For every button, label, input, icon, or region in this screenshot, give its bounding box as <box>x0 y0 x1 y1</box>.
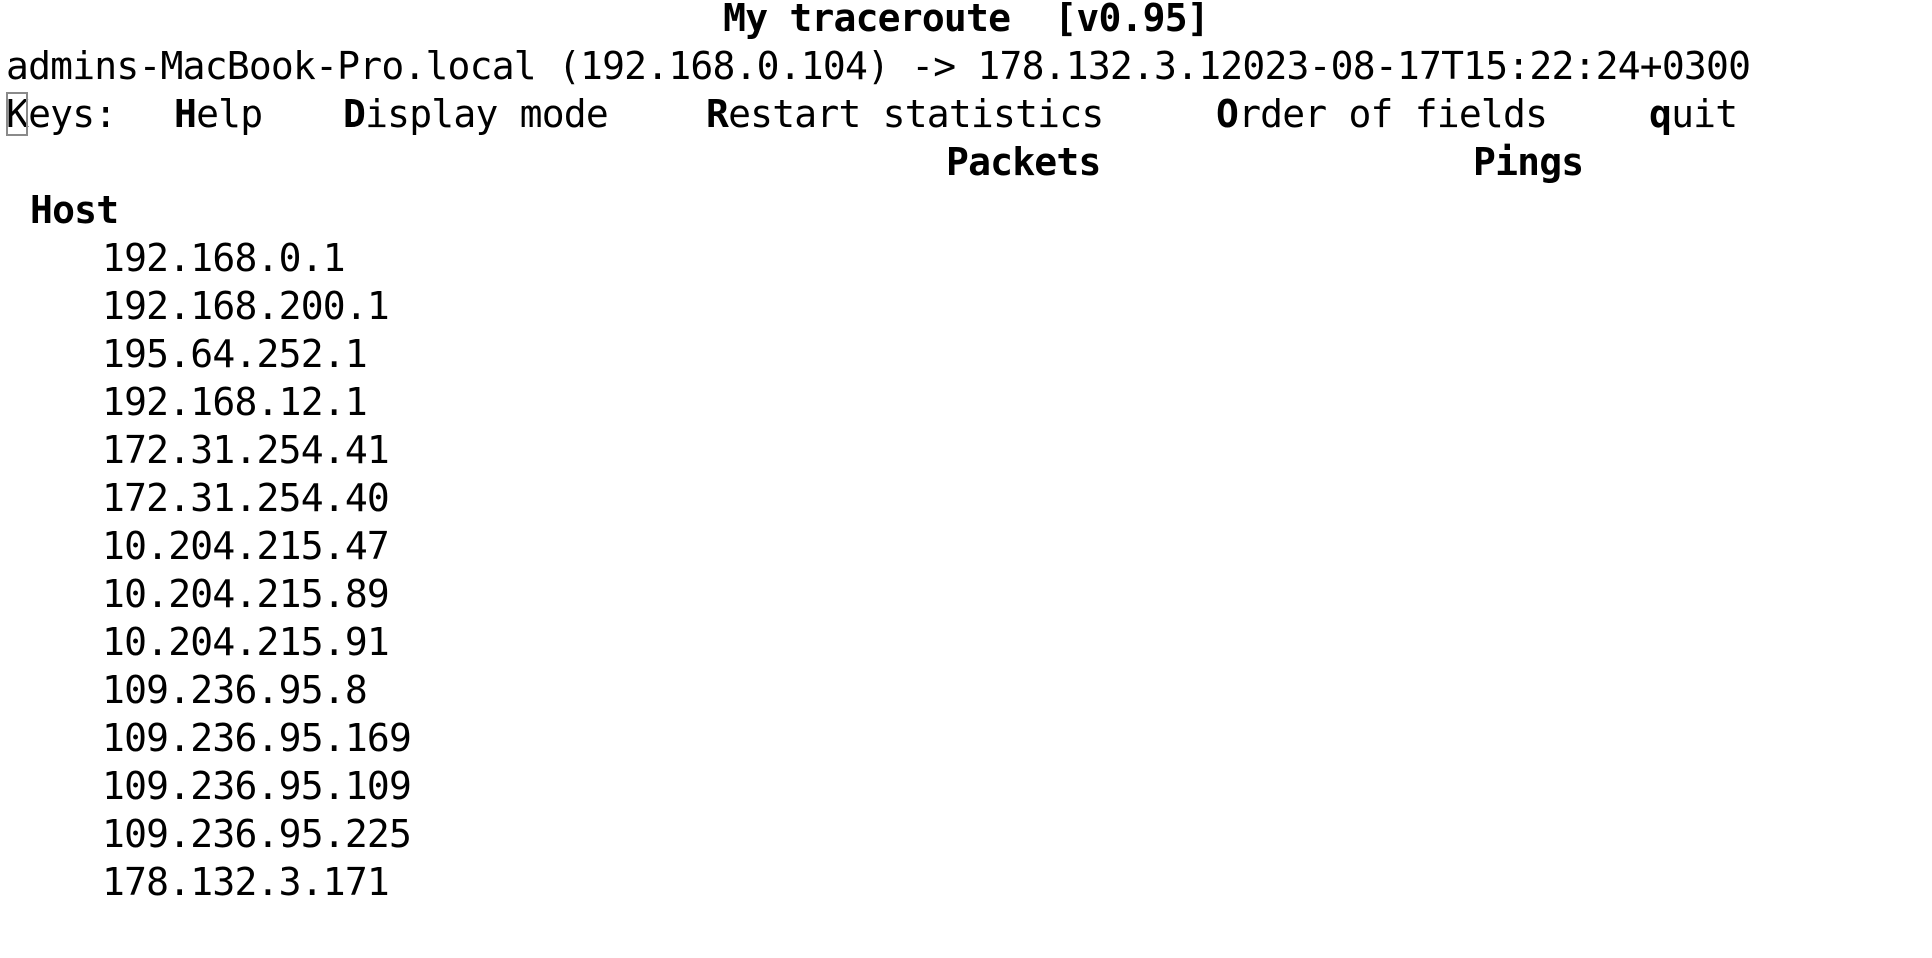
packets-group-header: Packets <box>946 140 1101 184</box>
hop-host: 178.132.3.171 <box>102 860 390 904</box>
hop-host: 109.236.95.225 <box>102 812 412 856</box>
keys-label: Keys: <box>6 92 117 136</box>
keys-bar: Keys: Help Display mode Restart statisti… <box>6 90 1738 138</box>
hop-host: 172.31.254.40 <box>102 476 390 520</box>
terminal-window[interactable]: My traceroute [v0.95] admins-MacBook-Pro… <box>0 0 1932 958</box>
hop-host: 172.31.254.41 <box>102 428 390 472</box>
pings-group-header: Pings <box>1473 140 1584 184</box>
key-order-of-fields[interactable]: Order of fields <box>1216 90 1548 138</box>
key-quit[interactable]: quit <box>1649 90 1738 138</box>
hop-host: 109.236.95.109 <box>102 764 412 808</box>
hop-host: 195.64.252.1 <box>102 332 368 376</box>
hop-host: 109.236.95.8 <box>102 668 368 712</box>
hop-host: 10.204.215.89 <box>102 572 390 616</box>
hop-host: 10.204.215.47 <box>102 524 390 568</box>
group-header-row: Packets Pings <box>6 138 1584 186</box>
key-display-mode[interactable]: Display mode <box>343 90 609 138</box>
hop-host: 192.168.12.1 <box>102 380 368 424</box>
key-restart-statistics[interactable]: Restart statistics <box>706 90 1104 138</box>
hop-host: 109.236.95.169 <box>102 716 412 760</box>
route-summary: admins-MacBook-Pro.local (192.168.0.104)… <box>6 44 1751 88</box>
app-title: My traceroute [v0.95] <box>723 0 1210 40</box>
host-column-header: Host <box>30 188 119 232</box>
key-help[interactable]: Help <box>174 90 263 138</box>
hop-host: 10.204.215.91 <box>102 620 390 664</box>
text-cursor: K <box>6 92 29 136</box>
hop-host: 192.168.0.1 <box>102 236 346 280</box>
hop-host: 192.168.200.1 <box>102 284 390 328</box>
